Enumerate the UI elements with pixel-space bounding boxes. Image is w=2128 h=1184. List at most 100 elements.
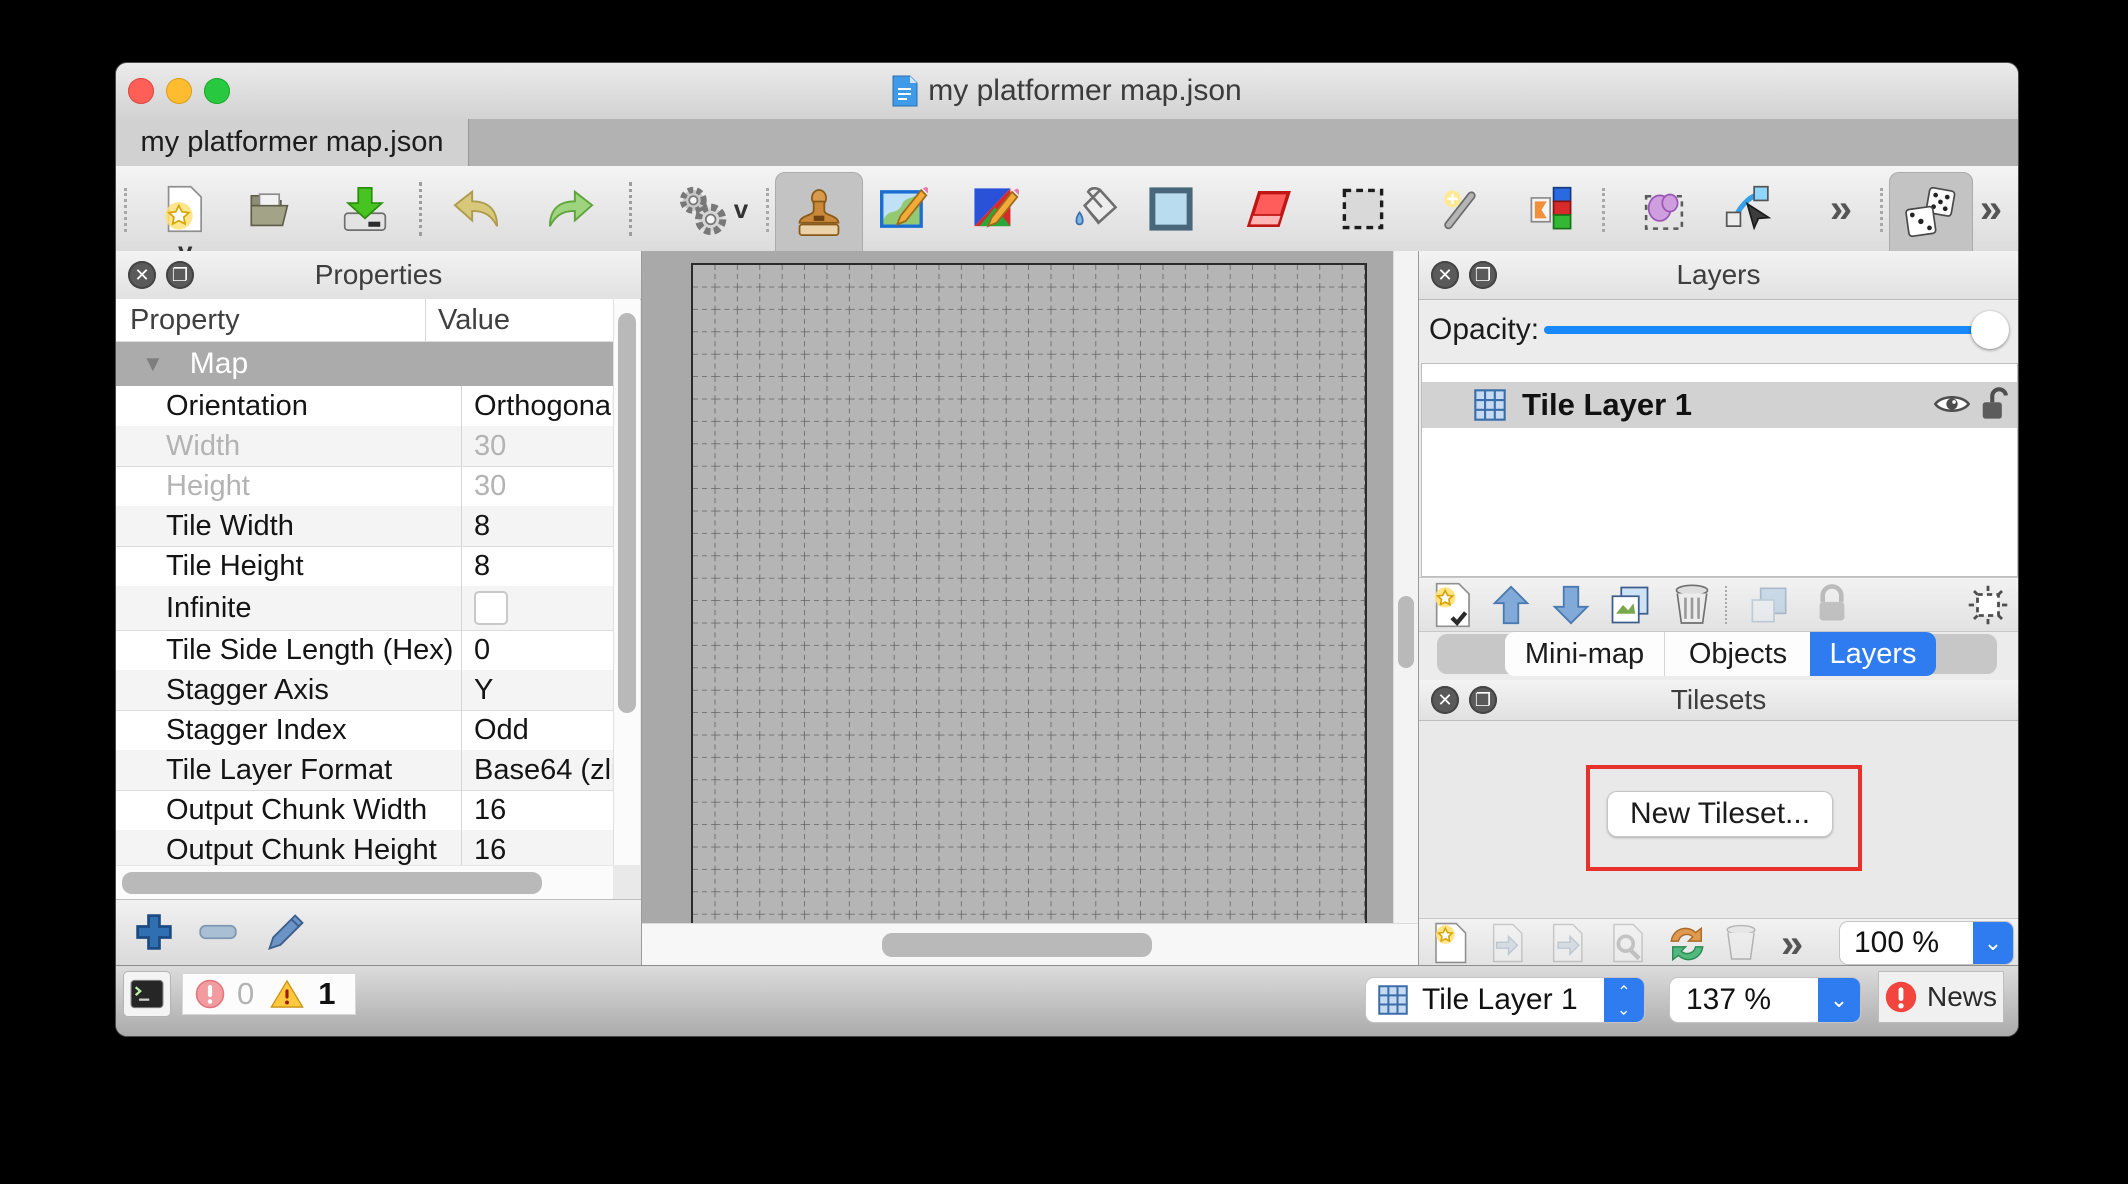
eraser-button[interactable]: [1242, 180, 1294, 238]
new-tileset-toolbar-button[interactable]: [1431, 922, 1469, 964]
raise-layer-button[interactable]: [1491, 585, 1531, 625]
terrain-brush-button[interactable]: [878, 180, 930, 238]
layer-row-tile-layer-1[interactable]: Tile Layer 1: [1422, 382, 2017, 428]
map-grid[interactable]: [691, 263, 1367, 925]
scrollbar-thumb[interactable]: [1398, 596, 1414, 668]
zoom-combo[interactable]: 137 % ⌄: [1669, 977, 1861, 1023]
remove-tileset-button-disabled: [1725, 924, 1757, 962]
chevron-down-icon[interactable]: ⌄: [1973, 922, 2013, 964]
copy-layer-button-disabled: [1749, 585, 1789, 625]
column-header-value[interactable]: Value: [425, 299, 577, 341]
layer-unlock-icon[interactable]: [1980, 387, 2010, 423]
tab-objects[interactable]: Objects: [1664, 632, 1811, 676]
shape-fill-button[interactable]: [1145, 180, 1197, 238]
layers-panel-titlebar: Layers: [1419, 251, 2018, 300]
new-layer-button[interactable]: [1431, 582, 1473, 628]
undo-button[interactable]: [450, 180, 502, 238]
redo-icon: [548, 189, 594, 229]
opacity-slider-track[interactable]: [1544, 326, 1996, 334]
bucket-brush-button[interactable]: [969, 180, 1021, 238]
toolbar-overflow-button-2[interactable]: »: [1965, 180, 2017, 238]
map-group-row[interactable]: ▼ Map: [116, 342, 613, 386]
zoom-value: 137 %: [1686, 983, 1771, 1017]
property-row-stagger-index[interactable]: Stagger IndexOdd: [116, 710, 613, 751]
commands-button[interactable]: v: [667, 180, 757, 238]
scrollbar-thumb[interactable]: [618, 313, 636, 713]
properties-hscrollbar[interactable]: [116, 865, 613, 900]
highlight-layer-button[interactable]: [1967, 584, 2009, 626]
rect-select-button[interactable]: [1337, 180, 1389, 238]
property-row-stagger-axis[interactable]: Stagger AxisY: [116, 670, 613, 711]
open-file-button[interactable]: [245, 180, 297, 238]
app-window: my platformer map.json my platformer map…: [115, 62, 2019, 1037]
property-row-infinite[interactable]: Infinite: [116, 586, 613, 631]
lock-layer-button-disabled: [1815, 584, 1849, 626]
scrollbar-thumb[interactable]: [882, 933, 1152, 957]
stamp-brush-button[interactable]: [775, 172, 863, 254]
remove-layer-button[interactable]: [1674, 583, 1710, 627]
opacity-slider-handle[interactable]: [1971, 311, 2009, 349]
property-row-tile-layer-format[interactable]: Tile Layer FormatBase64 (zlib compressed…: [116, 750, 613, 791]
collapse-triangle-icon[interactable]: ▼: [142, 351, 164, 377]
select-objects-button[interactable]: [1638, 180, 1690, 238]
updown-spinner-icon[interactable]: ⌃⌃: [1604, 978, 1644, 1022]
property-row-orientation[interactable]: OrientationOrthogonal: [116, 386, 613, 427]
properties-vscrollbar[interactable]: [613, 299, 640, 865]
close-panel-icon[interactable]: ✕: [1431, 261, 1459, 289]
same-tile-select-button[interactable]: [1525, 180, 1577, 238]
lower-layer-button[interactable]: [1551, 585, 1591, 625]
redo-button[interactable]: [545, 180, 597, 238]
tileset-toolbar-overflow-button[interactable]: »: [1781, 924, 1803, 964]
edit-polygons-button[interactable]: [1723, 180, 1775, 238]
tab-mini-map[interactable]: Mini-map: [1505, 632, 1664, 676]
remove-property-button[interactable]: [198, 924, 238, 940]
property-row-tile-width[interactable]: Tile Width8: [116, 506, 613, 547]
infinite-checkbox[interactable]: [474, 591, 508, 625]
tileset-zoom-combo[interactable]: 100 % ⌄: [1839, 921, 2014, 965]
import-icon: [1489, 923, 1525, 963]
new-tileset-button[interactable]: New Tileset...: [1607, 791, 1833, 837]
add-property-button[interactable]: [134, 912, 174, 952]
canvas-vscrollbar[interactable]: [1393, 251, 1418, 923]
layer-name: Tile Layer 1: [1522, 387, 1692, 423]
window-title: my platformer map.json: [116, 63, 2018, 119]
close-panel-icon[interactable]: ✕: [128, 261, 156, 289]
float-panel-icon[interactable]: ❐: [166, 261, 194, 289]
close-panel-icon[interactable]: ✕: [1431, 686, 1459, 714]
tilesets-content: New Tileset...: [1419, 721, 2018, 918]
float-panel-icon[interactable]: ❐: [1469, 261, 1497, 289]
duplicate-icon: [1609, 584, 1651, 626]
reload-tileset-button[interactable]: [1667, 925, 1707, 963]
news-button[interactable]: News: [1878, 971, 2004, 1023]
layer-visibility-eye-icon[interactable]: [1934, 391, 1970, 417]
current-layer-combo[interactable]: Tile Layer 1 ⌃⌃: [1365, 977, 1645, 1023]
new-file-button[interactable]: v: [158, 180, 210, 238]
tab-my-platformer-map[interactable]: my platformer map.json: [116, 119, 469, 166]
float-panel-icon[interactable]: ❐: [1469, 686, 1497, 714]
issues-counter[interactable]: 0 1: [182, 973, 356, 1015]
property-row-tile-side-length[interactable]: Tile Side Length (Hex)0: [116, 630, 613, 671]
error-count: 0: [237, 976, 254, 1012]
canvas-hscrollbar[interactable]: [642, 923, 1418, 966]
toolbar-overflow-button[interactable]: »: [1815, 180, 1867, 238]
chevron-down-icon[interactable]: ⌄: [1818, 978, 1860, 1022]
layers-panel-title: Layers: [1676, 259, 1760, 291]
property-row-tile-height[interactable]: Tile Height8: [116, 546, 613, 587]
opacity-row: Opacity:: [1419, 299, 2018, 361]
property-row-output-chunk-height[interactable]: Output Chunk Height16: [116, 830, 613, 865]
edit-property-button[interactable]: [264, 910, 308, 954]
column-header-property[interactable]: Property: [116, 304, 425, 337]
rect-select-icon: [1341, 187, 1385, 231]
property-row-output-chunk-width[interactable]: Output Chunk Width16: [116, 790, 613, 831]
run-commands-gears-icon: [676, 183, 728, 235]
map-canvas[interactable]: [642, 251, 1419, 966]
save-button[interactable]: [339, 180, 391, 238]
duplicate-layer-button[interactable]: [1609, 584, 1651, 626]
random-mode-button[interactable]: [1889, 172, 1973, 254]
magic-wand-button[interactable]: [1435, 180, 1487, 238]
scrollbar-thumb[interactable]: [122, 872, 542, 894]
console-button[interactable]: [123, 971, 171, 1017]
bucket-fill-button[interactable]: [1069, 180, 1121, 238]
tab-layers[interactable]: Layers: [1810, 632, 1936, 676]
shape-fill-icon: [1149, 187, 1193, 231]
